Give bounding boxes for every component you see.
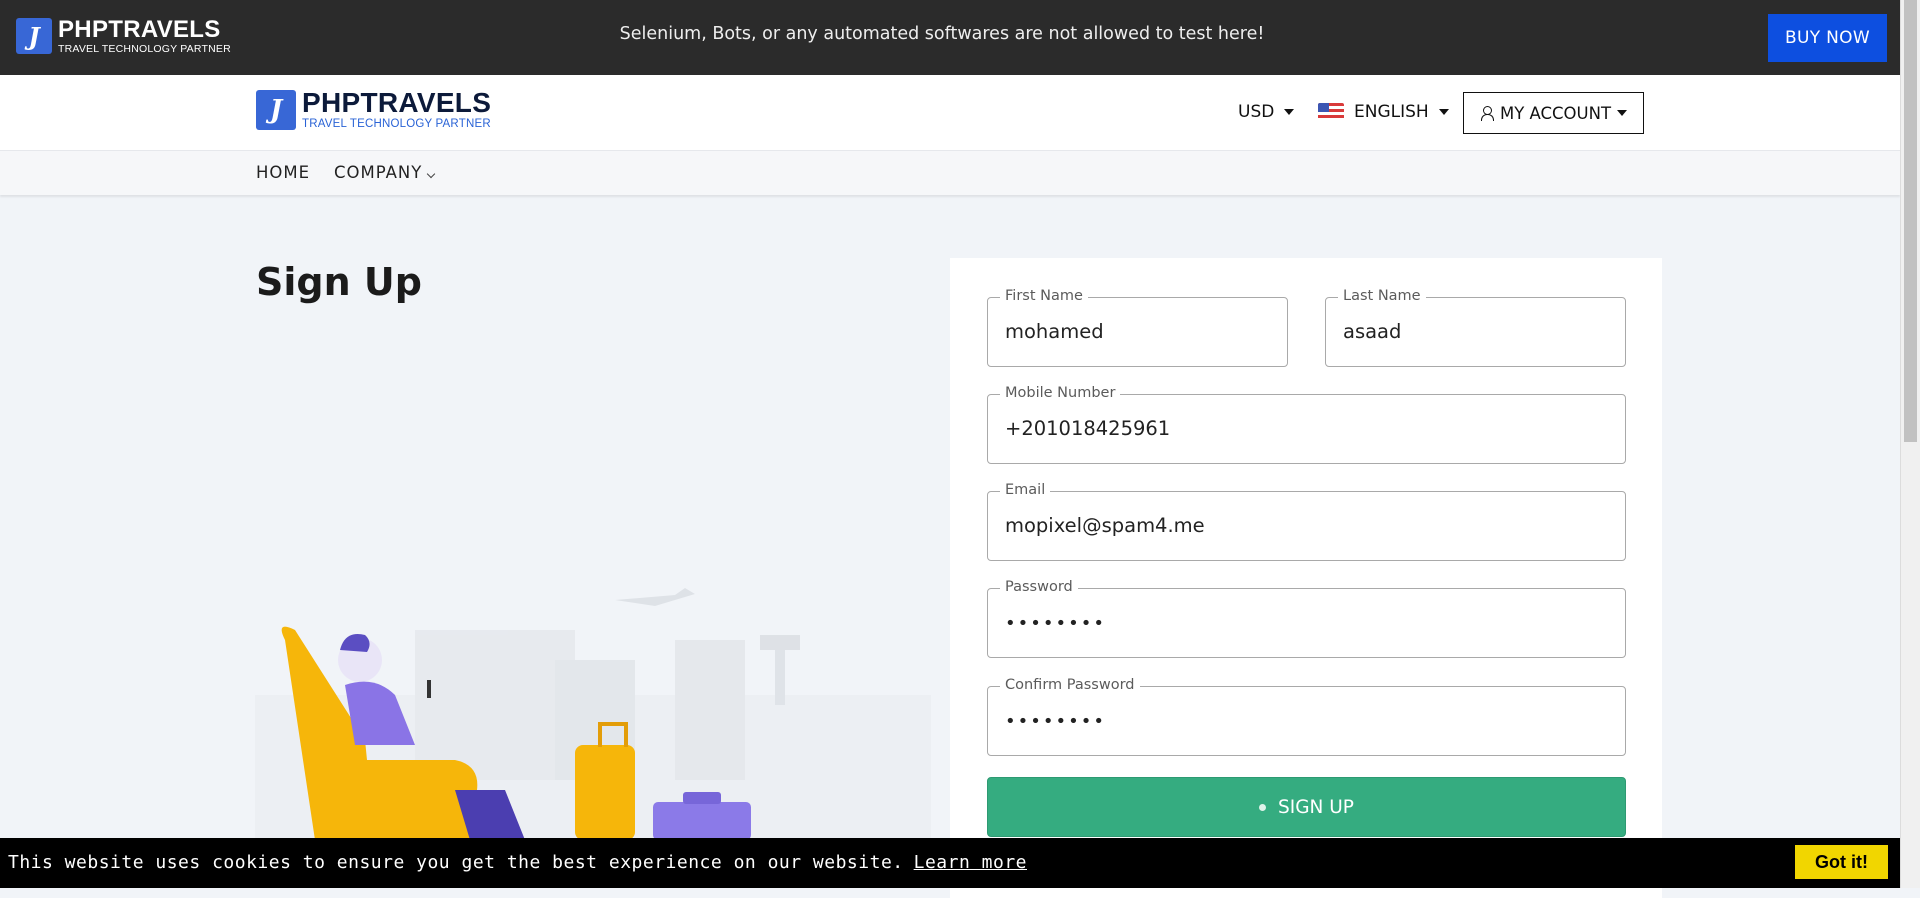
topbar-brand-tagline: TRAVEL TECHNOLOGY PARTNER bbox=[58, 43, 231, 55]
mobile-number-value: +201018425961 bbox=[1005, 417, 1171, 440]
traveler-illustration bbox=[255, 588, 931, 840]
topbar-logo[interactable]: J PHPTRAVELS TRAVEL TECHNOLOGY PARTNER bbox=[16, 18, 231, 55]
mobile-number-label: Mobile Number bbox=[1000, 385, 1121, 401]
cookie-consent-bar: This website uses cookies to ensure you … bbox=[0, 838, 1900, 888]
email-value: mopixel@spam4.me bbox=[1005, 514, 1205, 537]
nav-company[interactable]: COMPANY bbox=[334, 163, 436, 182]
got-it-button[interactable]: Got it! bbox=[1795, 845, 1888, 879]
cookie-message: This website uses cookies to ensure you … bbox=[8, 852, 904, 873]
header-brand-tagline: TRAVEL TECHNOLOGY PARTNER bbox=[302, 118, 491, 130]
caret-down-icon bbox=[1438, 109, 1449, 115]
last-name-label: Last Name bbox=[1338, 288, 1426, 304]
learn-more-link[interactable]: Learn more bbox=[914, 852, 1027, 873]
confirm-password-field[interactable]: Confirm Password •••••••• bbox=[987, 677, 1626, 756]
currency-label: USD bbox=[1238, 102, 1275, 122]
language-dropdown[interactable]: ENGLISH bbox=[1318, 102, 1449, 122]
user-icon bbox=[1480, 105, 1494, 121]
caret-down-icon bbox=[1617, 110, 1628, 116]
main-nav: HOME COMPANY bbox=[0, 150, 1900, 195]
header-brand-name: PHPTRAVELS bbox=[302, 87, 492, 118]
sign-up-label: SIGN UP bbox=[1278, 796, 1354, 818]
confirm-password-value: •••••••• bbox=[1005, 711, 1106, 732]
scrollbar-thumb[interactable] bbox=[1904, 0, 1917, 442]
page-scrollbar[interactable] bbox=[1900, 0, 1920, 888]
first-name-value: mohamed bbox=[1005, 320, 1104, 343]
mobile-number-field[interactable]: Mobile Number +201018425961 bbox=[987, 385, 1626, 464]
my-account-label: MY ACCOUNT bbox=[1499, 103, 1612, 123]
buy-now-button[interactable]: BUY NOW bbox=[1768, 14, 1887, 62]
brand-logo-icon: J bbox=[16, 18, 52, 55]
last-name-field[interactable]: Last Name asaad bbox=[1325, 288, 1626, 367]
password-value: •••••••• bbox=[1005, 613, 1106, 634]
first-name-field[interactable]: First Name mohamed bbox=[987, 288, 1288, 367]
currency-dropdown[interactable]: USD bbox=[1238, 102, 1295, 122]
page-title: Sign Up bbox=[256, 260, 422, 304]
language-label: ENGLISH bbox=[1354, 102, 1429, 122]
site-header: J PHPTRAVELS TRAVEL TECHNOLOGY PARTNER U… bbox=[0, 75, 1900, 150]
us-flag-icon bbox=[1318, 103, 1344, 121]
caret-down-icon bbox=[1284, 109, 1295, 115]
email-label: Email bbox=[1000, 482, 1051, 498]
top-notice-bar: J PHPTRAVELS TRAVEL TECHNOLOGY PARTNER S… bbox=[0, 0, 1900, 75]
password-label: Password bbox=[1000, 579, 1078, 595]
email-field[interactable]: Email mopixel@spam4.me bbox=[987, 482, 1626, 561]
nav-home[interactable]: HOME bbox=[256, 163, 310, 182]
header-logo[interactable]: J PHPTRAVELS TRAVEL TECHNOLOGY PARTNER bbox=[256, 89, 491, 131]
first-name-label: First Name bbox=[1000, 288, 1088, 304]
my-account-dropdown[interactable]: MY ACCOUNT bbox=[1463, 92, 1644, 134]
confirm-password-label: Confirm Password bbox=[1000, 677, 1140, 693]
loading-dot-icon bbox=[1259, 803, 1267, 811]
chevron-down-icon bbox=[427, 169, 436, 178]
last-name-value: asaad bbox=[1343, 320, 1402, 343]
nav-company-label: COMPANY bbox=[334, 163, 423, 182]
bot-warning-notice: Selenium, Bots, or any automated softwar… bbox=[619, 24, 1265, 44]
topbar-brand-name: PHPTRAVELS bbox=[58, 16, 221, 43]
signup-form-card: First Name mohamed Last Name asaad Mobil… bbox=[950, 258, 1662, 898]
sign-up-button[interactable]: SIGN UP bbox=[987, 777, 1626, 837]
password-field[interactable]: Password •••••••• bbox=[987, 579, 1626, 658]
brand-logo-icon: J bbox=[256, 89, 296, 130]
